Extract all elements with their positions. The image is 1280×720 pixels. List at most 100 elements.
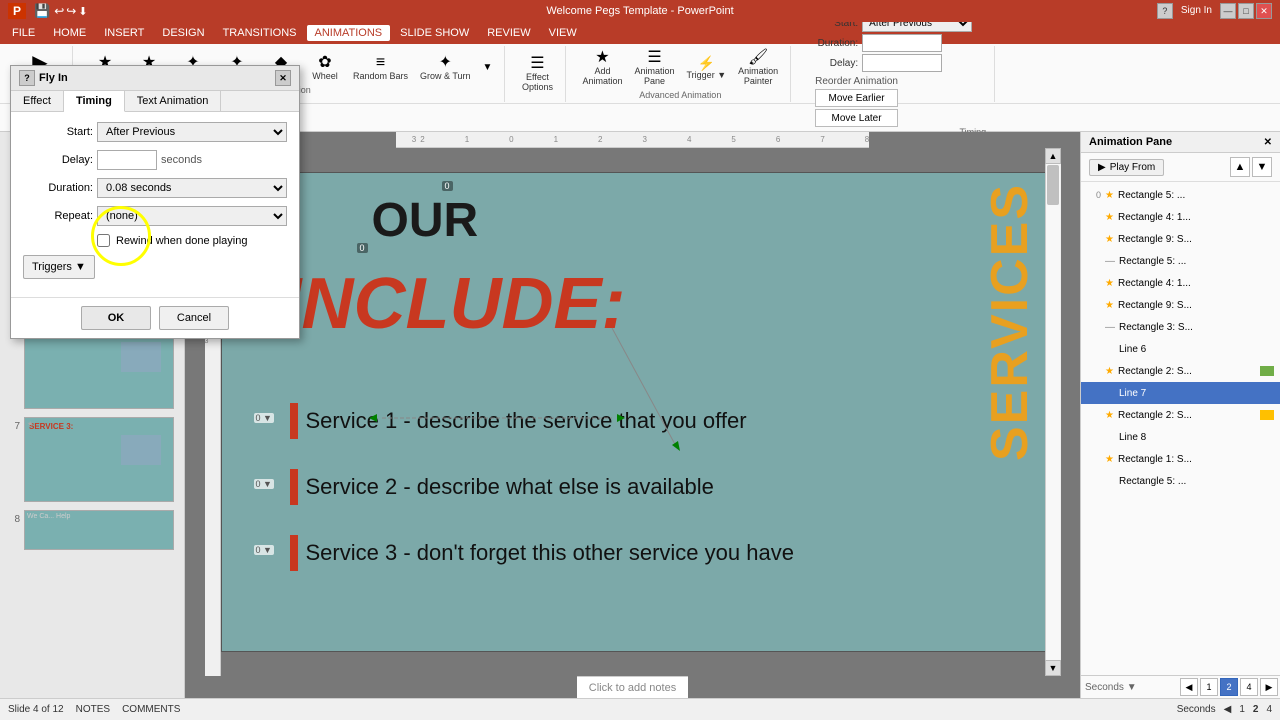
anim-item-12[interactable]: ★ Rectangle 1: S... — [1081, 448, 1280, 470]
anim-item-3[interactable]: — Rectangle 5: ... — [1081, 250, 1280, 272]
dialog-ok-button[interactable]: OK — [81, 306, 151, 330]
anim-item-7[interactable]: Line 6 — [1081, 338, 1280, 360]
nav-page-1[interactable]: 1 — [1239, 704, 1245, 715]
dialog-start-select[interactable]: After Previous On Click With Previous — [97, 122, 287, 142]
menu-transitions[interactable]: TRANSITIONS — [215, 25, 305, 41]
menu-home[interactable]: HOME — [45, 25, 94, 41]
dialog-help-btn[interactable]: ? — [19, 70, 35, 86]
anim-reorder-up[interactable]: ▲ — [1230, 157, 1250, 177]
nav-prev[interactable]: ◀ — [1224, 704, 1232, 715]
anim-item-0[interactable]: 0 ★ Rectangle 5: ... — [1081, 184, 1280, 206]
dialog-triggers-section: Triggers ▼ — [23, 255, 287, 279]
dialog-tab-timing[interactable]: Timing — [64, 91, 125, 112]
nav-page-3[interactable]: 4 — [1266, 704, 1272, 715]
nav-page-2[interactable]: 2 — [1253, 704, 1259, 715]
maximize-button[interactable]: □ — [1238, 3, 1254, 19]
customize-icon[interactable]: ⬇ — [78, 5, 87, 18]
trigger-button[interactable]: ⚡ Trigger ▼ — [683, 54, 731, 82]
dialog-delay-input[interactable]: 0.25 — [97, 150, 157, 170]
animation-pane-title: Animation Pane — [1089, 136, 1172, 148]
menu-insert[interactable]: INSERT — [96, 25, 152, 41]
add-animation-button[interactable]: ★ AddAnimation — [578, 48, 626, 88]
anim-page-3[interactable]: 4 — [1240, 678, 1258, 696]
animation-pane-toolbar: ▶ Play From ▲ ▼ — [1081, 153, 1280, 182]
anim-item-8[interactable]: ★ Rectangle 2: S... — [1081, 360, 1280, 382]
titlebar: P 💾 ↩ ↪ ⬇ Welcome Pegs Template - PowerP… — [0, 0, 1280, 22]
anim-wheel[interactable]: ✿ Wheel — [305, 53, 345, 83]
menu-review[interactable]: REVIEW — [479, 25, 538, 41]
dialog-rewind-checkbox[interactable] — [97, 234, 110, 247]
help-button[interactable]: ? — [1157, 3, 1173, 19]
anim-grow-turn[interactable]: ✦ Grow & Turn — [416, 53, 475, 83]
notes-btn[interactable]: NOTES — [76, 704, 110, 715]
add-animation-icon: ★ — [595, 50, 609, 66]
dialog-triggers-btn[interactable]: Triggers ▼ — [23, 255, 95, 279]
play-icon: ▶ — [1098, 162, 1106, 173]
duration-label: Duration: — [803, 38, 858, 49]
dialog-start-row: Start: After Previous On Click With Prev… — [23, 122, 287, 142]
anim-item-9[interactable]: Line 7 — [1081, 382, 1280, 404]
comments-btn[interactable]: COMMENTS — [122, 704, 180, 715]
menu-animations[interactable]: ANIMATIONS — [307, 25, 391, 41]
menu-file[interactable]: FILE — [4, 25, 43, 41]
move-earlier-button[interactable]: Move Earlier — [815, 89, 898, 107]
vertical-scrollbar[interactable]: ▲ ▼ — [1045, 148, 1061, 676]
undo-icon[interactable]: ↩ — [54, 4, 64, 18]
anim-scroll-left[interactable]: ◀ — [1180, 678, 1198, 696]
slide-thumb-8[interactable]: 8 We Ca... Help — [4, 508, 180, 552]
anim-item-6[interactable]: — Rectangle 3: S... — [1081, 316, 1280, 338]
menu-design[interactable]: DESIGN — [154, 25, 212, 41]
dialog-repeat-select[interactable]: (none) 2 3 Until Next Click — [97, 206, 287, 226]
anim-scroll-right[interactable]: ▶ — [1260, 678, 1278, 696]
dialog-rewind-row: Rewind when done playing — [23, 234, 287, 247]
duration-input[interactable]: 00.08 — [862, 34, 942, 52]
anim-item-10[interactable]: ★ Rectangle 2: S... — [1081, 404, 1280, 426]
menu-view[interactable]: VIEW — [541, 25, 585, 41]
sign-in-btn[interactable]: Sign In — [1175, 3, 1218, 19]
anim-item-1[interactable]: ★ Rectangle 4: 1... — [1081, 206, 1280, 228]
window-title: Welcome Pegs Template - PowerPoint — [546, 5, 733, 17]
anim-item-2[interactable]: ★ Rectangle 9: S... — [1081, 228, 1280, 250]
redo-icon[interactable]: ↪ — [66, 4, 76, 18]
anim-page-2[interactable]: 2 — [1220, 678, 1238, 696]
anim-item-4[interactable]: ★ Rectangle 4: 1... — [1081, 272, 1280, 294]
dialog-duration-select[interactable]: 0.08 seconds 0.25 seconds 0.5 seconds 1 … — [97, 178, 287, 198]
status-right: Seconds ◀ 1 2 4 — [1177, 704, 1272, 715]
anim-item-5[interactable]: ★ Rectangle 9: S... — [1081, 294, 1280, 316]
dialog-tab-effect[interactable]: Effect — [11, 91, 64, 111]
animation-painter-button[interactable]: 🖌 AnimationPainter — [734, 48, 782, 88]
anim-item-13[interactable]: Rectangle 5: ... — [1081, 470, 1280, 492]
anim-seconds-label: Seconds ▼ — [1081, 676, 1178, 698]
delay-input[interactable]: 00.25 — [862, 54, 942, 72]
scroll-down-btn[interactable]: ▼ — [1045, 660, 1061, 676]
animation-pane-icon: ☰ — [647, 50, 661, 66]
scroll-up-btn[interactable]: ▲ — [1045, 148, 1061, 164]
effect-options-button[interactable]: ☰ EffectOptions — [517, 54, 557, 94]
menu-slideshow[interactable]: SLIDE SHOW — [392, 25, 477, 41]
dialog-rewind-label: Rewind when done playing — [116, 235, 247, 247]
anim-reorder-down[interactable]: ▼ — [1252, 157, 1272, 177]
animation-pane-close-icon[interactable]: ✕ — [1264, 137, 1272, 148]
anim-random-bars[interactable]: ≡ Random Bars — [349, 53, 412, 83]
quick-save-icon[interactable]: 💾 — [34, 3, 50, 19]
close-button[interactable]: ✕ — [1256, 3, 1272, 19]
zoom-select[interactable]: Seconds — [1177, 704, 1216, 715]
slide-info: Slide 4 of 12 — [8, 704, 64, 715]
anim-more[interactable]: ▼ — [479, 61, 497, 75]
move-later-button[interactable]: Move Later — [815, 109, 898, 127]
slide-thumb-7[interactable]: 7 ★ SERVICE 3: — [4, 415, 180, 504]
play-from-button[interactable]: ▶ Play From — [1089, 159, 1164, 176]
notes-bar[interactable]: Click to add notes — [577, 676, 688, 698]
scroll-track — [1046, 164, 1060, 660]
dialog-tab-text-animation[interactable]: Text Animation — [125, 91, 222, 111]
grow-turn-icon: ✦ — [439, 55, 452, 71]
minimize-button[interactable]: — — [1220, 3, 1236, 19]
delay-row: Delay: 00.25 — [803, 54, 972, 72]
ribbon-group-advanced: ★ AddAnimation ☰ AnimationPane ⚡ Trigger… — [570, 46, 791, 102]
dialog-close-btn[interactable]: ✕ — [275, 70, 291, 86]
effect-options-icon: ☰ — [530, 56, 544, 72]
anim-item-11[interactable]: Line 8 — [1081, 426, 1280, 448]
anim-page-1[interactable]: 1 — [1200, 678, 1218, 696]
animation-pane-button[interactable]: ☰ AnimationPane — [630, 48, 678, 88]
dialog-cancel-button[interactable]: Cancel — [159, 306, 229, 330]
